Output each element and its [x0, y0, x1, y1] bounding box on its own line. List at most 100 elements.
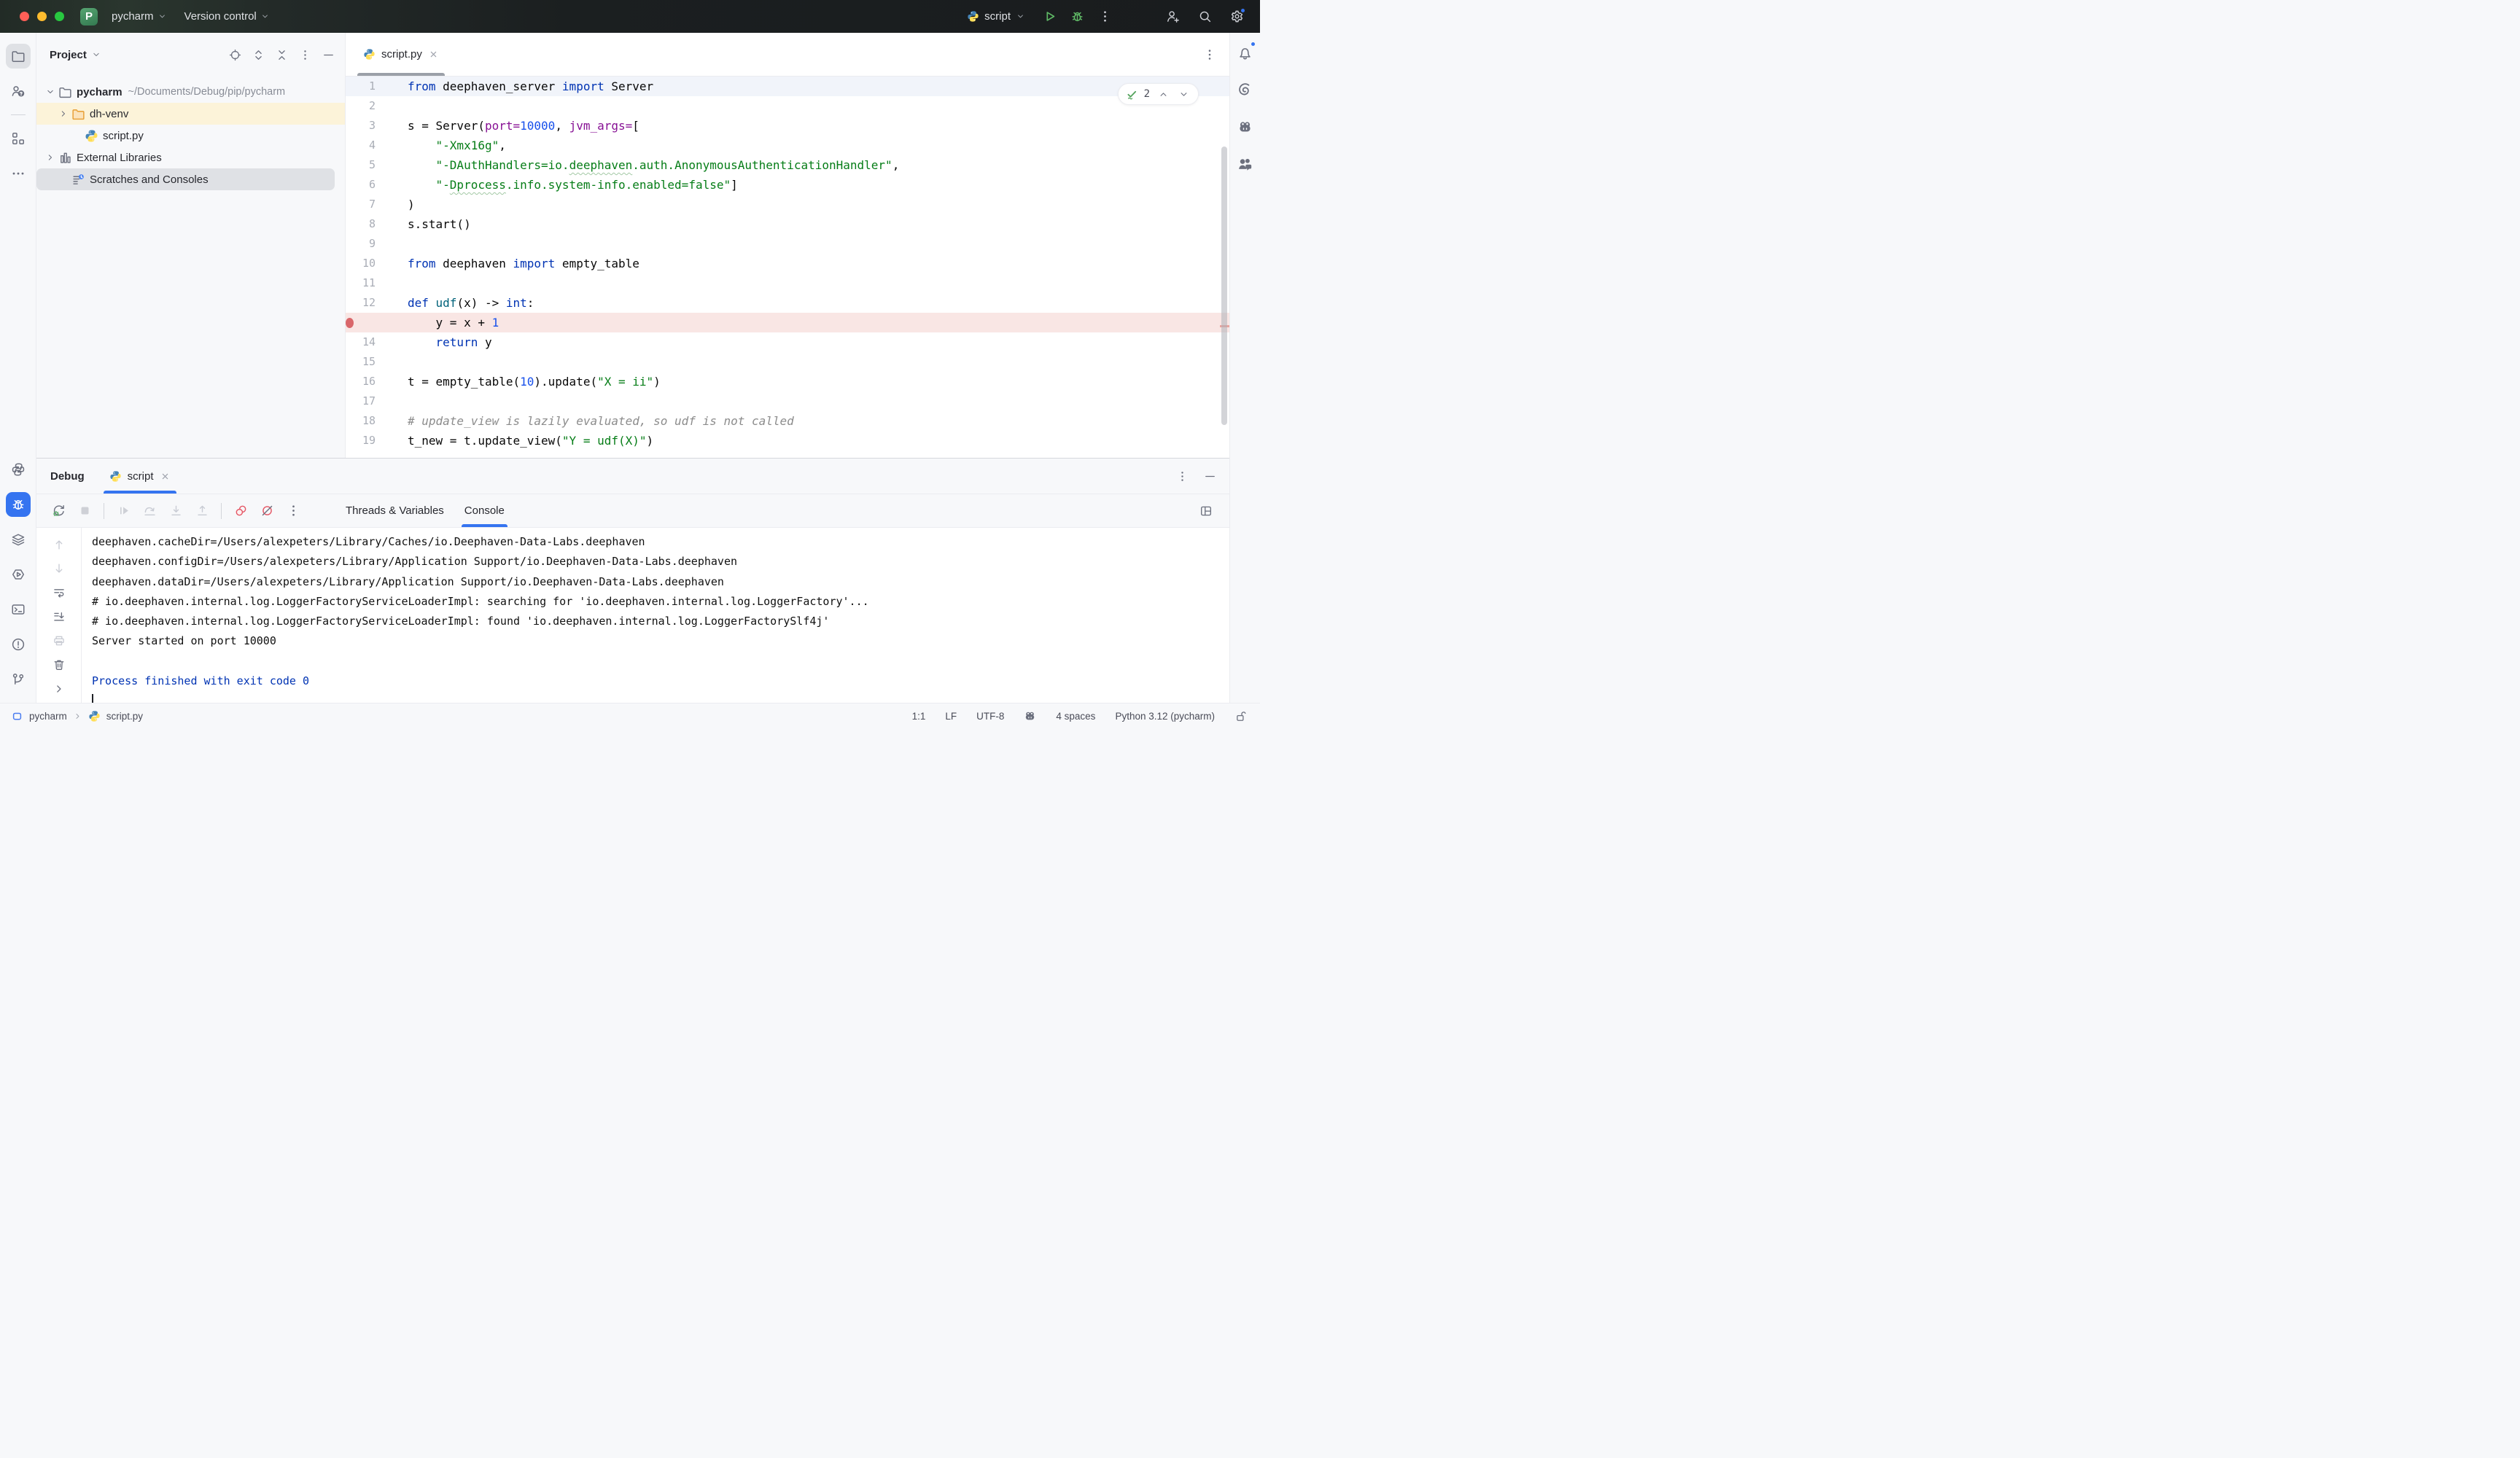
tool-version-control-button[interactable] — [6, 667, 31, 692]
editor-tab-script-py[interactable]: script.py — [356, 33, 446, 76]
code-line-17[interactable]: 17 — [346, 391, 1229, 411]
step-into-button[interactable] — [166, 501, 186, 521]
next-occurrence-button[interactable] — [51, 561, 67, 577]
kebab-button[interactable] — [295, 45, 314, 64]
code-line-8[interactable]: 8s.start() — [346, 214, 1229, 234]
code-line-6[interactable]: 6 "-Dprocess.info.system-info.enabled=fa… — [346, 175, 1229, 195]
tool-more-tools-button[interactable] — [6, 161, 31, 186]
editor-options-button[interactable] — [1200, 45, 1219, 64]
project-view-selector[interactable]: Project — [50, 49, 101, 61]
code-with-me-button[interactable] — [1161, 5, 1184, 28]
search-everywhere-button[interactable] — [1193, 5, 1216, 28]
minimize-button[interactable] — [319, 45, 338, 64]
minimize-window-button[interactable] — [37, 12, 47, 21]
chevron-right-icon[interactable] — [57, 107, 70, 120]
expand-all-button[interactable] — [249, 45, 268, 64]
tree-item-scratches-and-consoles[interactable]: Scratches and Consoles — [36, 168, 335, 190]
debug-button[interactable] — [1065, 5, 1089, 28]
collapse-all-button[interactable] — [272, 45, 291, 64]
code-line-10[interactable]: 10from deephaven import empty_table — [346, 254, 1229, 273]
tool-terminal-button[interactable] — [6, 597, 31, 622]
code-line-13[interactable]: y = x + 1 — [346, 313, 1229, 332]
chevron-down-icon[interactable] — [44, 85, 57, 98]
code-line-16[interactable]: 16t = empty_table(10).update("X = ii") — [346, 372, 1229, 391]
more-run-options-button[interactable] — [1093, 5, 1116, 28]
scroll-to-end-button[interactable] — [51, 609, 67, 625]
tool-services-button[interactable] — [6, 527, 31, 552]
status-interpreter[interactable]: Python 3.12 (pycharm) — [1115, 711, 1215, 722]
mute-breakpoints-button[interactable] — [257, 501, 277, 521]
status-caret-position[interactable]: 1:1 — [912, 711, 926, 722]
step-out-button[interactable] — [192, 501, 212, 521]
hide-debug-panel-button[interactable] — [1200, 467, 1219, 486]
tree-item-dh-venv[interactable]: dh-venv — [36, 103, 345, 125]
step-over-button[interactable] — [139, 501, 160, 521]
debug-session-tab[interactable]: script — [104, 459, 176, 494]
next-problem-button[interactable] — [1176, 87, 1191, 101]
read-write-lock-button[interactable] — [1234, 710, 1247, 722]
code-line-18[interactable]: 18# update_view is lazily evaluated, so … — [346, 411, 1229, 431]
settings-button[interactable] — [1225, 5, 1248, 28]
debug-options-button[interactable] — [1172, 467, 1191, 486]
tool-code-with-me-button[interactable] — [1233, 152, 1258, 176]
code-line-11[interactable]: 11 — [346, 273, 1229, 293]
clear-all-button[interactable] — [51, 657, 67, 673]
code-line-5[interactable]: 5 "-DAuthHandlers=io.deephaven.auth.Anon… — [346, 155, 1229, 175]
code-line-3[interactable]: 3s = Server(port=10000, jvm_args=[ — [346, 116, 1229, 136]
tree-item-pycharm[interactable]: pycharm~/Documents/Debug/pip/pycharm — [36, 81, 345, 103]
close-session-icon[interactable] — [160, 471, 171, 482]
code-line-15[interactable]: 15 — [346, 352, 1229, 372]
code-line-19[interactable]: 19t_new = t.update_view("Y = udf(X)") — [346, 431, 1229, 451]
prev-occurrence-button[interactable] — [51, 537, 67, 553]
menu-version-control[interactable]: Version control — [178, 7, 276, 26]
tree-item-script-py[interactable]: script.py — [36, 125, 345, 147]
locate-button[interactable] — [225, 45, 244, 64]
tree-item-external-libraries[interactable]: External Libraries — [36, 147, 345, 168]
run-button[interactable] — [1038, 5, 1061, 28]
menu-pycharm[interactable]: pycharm — [105, 7, 174, 26]
code-editor[interactable]: 2 1from deephaven_server import Server23… — [346, 77, 1229, 458]
tool-project-button[interactable] — [6, 44, 31, 69]
more-debug-button[interactable] — [283, 501, 303, 521]
stop-button[interactable] — [74, 501, 95, 521]
console-output[interactable]: deephaven.cacheDir=/Users/alexpeters/Lib… — [82, 528, 1229, 703]
layout-settings-button[interactable] — [1196, 501, 1216, 521]
tool-commit-button[interactable] — [6, 79, 31, 104]
code-line-14[interactable]: 14 return y — [346, 332, 1229, 352]
ai-status-button[interactable] — [1024, 710, 1036, 722]
status-line-separator[interactable]: LF — [945, 711, 957, 722]
tool-notifications-button[interactable] — [1233, 40, 1258, 65]
chevron-right-icon[interactable] — [44, 151, 57, 164]
code-line-12[interactable]: 12def udf(x) -> int: — [346, 293, 1229, 313]
rerun-button[interactable] — [48, 501, 69, 521]
tool-ai-chat-button[interactable] — [1233, 114, 1258, 139]
tool-python-packages-button[interactable] — [6, 457, 31, 482]
code-line-7[interactable]: 7) — [346, 195, 1229, 214]
expand-console-button[interactable] — [51, 681, 67, 697]
tool-structure-button[interactable] — [6, 126, 31, 151]
view-tab-console[interactable]: Console — [454, 494, 515, 527]
tool-ai-assistant-button[interactable] — [1233, 77, 1258, 102]
soft-wrap-button[interactable] — [51, 585, 67, 601]
code-line-9[interactable]: 9 — [346, 234, 1229, 254]
close-window-button[interactable] — [20, 12, 29, 21]
close-tab-icon[interactable] — [428, 49, 439, 60]
resume-button[interactable] — [113, 501, 133, 521]
status-encoding[interactable]: UTF-8 — [976, 711, 1004, 722]
code-line-2[interactable]: 2 — [346, 96, 1229, 116]
breakpoint-gutter[interactable] — [346, 313, 408, 332]
code-line-1[interactable]: 1from deephaven_server import Server — [346, 77, 1229, 96]
view-breakpoints-button[interactable] — [230, 501, 251, 521]
view-tab-threads-variables[interactable]: Threads & Variables — [335, 494, 454, 527]
run-configuration-selector[interactable]: script — [967, 10, 1025, 23]
breadcrumb-pycharm[interactable]: pycharm — [29, 711, 67, 722]
prev-problem-button[interactable] — [1156, 87, 1170, 101]
zoom-window-button[interactable] — [55, 12, 64, 21]
tool-problems-button[interactable] — [6, 632, 31, 657]
print-button[interactable] — [51, 633, 67, 649]
editor-scrollbar[interactable] — [1221, 147, 1227, 425]
breadcrumb-script-py[interactable]: script.py — [106, 711, 143, 722]
code-line-4[interactable]: 4 "-Xmx16g", — [346, 136, 1229, 155]
status-indent[interactable]: 4 spaces — [1056, 711, 1095, 722]
tool-debug-button[interactable] — [6, 492, 31, 517]
